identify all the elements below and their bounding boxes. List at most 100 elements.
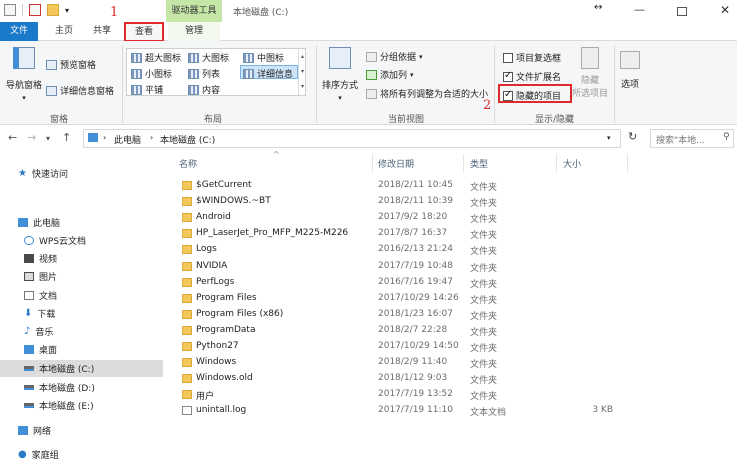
nav-network[interactable]: 网络 [18, 423, 51, 437]
column-divider[interactable] [627, 154, 628, 172]
nav-label: 快速访问 [31, 169, 68, 180]
file-row[interactable]: Python27 2017/10/29 14:50 文件夹 [178, 339, 648, 355]
layout-list[interactable]: 列表 [188, 67, 220, 80]
file-row[interactable]: Program Files (x86) 2018/1/23 16:07 文件夹 [178, 307, 648, 323]
drive-icon [24, 366, 34, 371]
forward-arrow-icon[interactable]: → [27, 131, 36, 144]
tab-manage[interactable]: 管理 [168, 22, 220, 41]
file-type: 文件夹 [470, 183, 498, 193]
nav-videos[interactable]: 视频 [24, 251, 57, 265]
nav-downloads[interactable]: ⬇ 下载 [24, 306, 55, 320]
nav-music[interactable]: ♪ 音乐 [24, 324, 53, 338]
file-row[interactable]: Windows 2018/2/9 11:40 文件夹 [178, 355, 648, 371]
tab-file[interactable]: 文件 [0, 22, 38, 41]
nav-quick-access[interactable]: ★ 快速访问 [18, 166, 68, 180]
add-columns-button[interactable]: 添加列 ▾ [366, 68, 414, 81]
hide-selected-button[interactable]: 隐藏 所选项目 [572, 47, 608, 99]
network-icon [18, 425, 28, 435]
file-extensions-toggle[interactable]: 文件扩展名 [503, 70, 561, 83]
item-checkboxes-toggle[interactable]: 项目复选框 [503, 51, 561, 64]
file-row[interactable]: HP_LaserJet_Pro_MFP_M225-M226 2017/8/7 16… [178, 226, 648, 242]
file-row[interactable]: $GetCurrent 2018/2/11 10:45 文件夹 [178, 178, 648, 194]
item-checkboxes-checkbox[interactable] [503, 52, 513, 63]
nav-this-pc[interactable]: 此电脑 [18, 215, 60, 229]
properties-icon[interactable] [4, 4, 16, 16]
refresh-icon[interactable]: ↻ [628, 130, 637, 143]
column-divider[interactable] [463, 154, 464, 172]
file-row[interactable]: Android 2017/9/2 18:20 文件夹 [178, 210, 648, 226]
file-size: 3 KB [592, 405, 613, 416]
file-row[interactable]: Program Files 2017/10/29 14:26 文件夹 [178, 291, 648, 307]
maximize-button[interactable] [677, 7, 687, 16]
layout-gallery-scrollbar[interactable]: ▴ ▾ ▾ [298, 49, 306, 95]
file-type: 文件夹 [470, 392, 498, 403]
file-name: Windows.old [196, 373, 253, 384]
file-type: 文件夹 [470, 263, 498, 274]
file-row[interactable]: NVIDIA 2017/7/19 10:48 文件夹 [178, 259, 648, 275]
preview-pane-button[interactable]: 预览窗格 [46, 58, 96, 71]
navigation-pane-button[interactable]: 导航窗格 ▾ [6, 47, 42, 102]
file-row[interactable]: Windows.old 2018/1/12 9:03 文件夹 [178, 371, 648, 387]
chevron-down-icon[interactable]: ▾ [65, 6, 69, 15]
file-row[interactable]: Logs 2016/2/13 21:24 文件夹 [178, 242, 648, 258]
checkmark-icon[interactable] [29, 4, 41, 16]
layout-medium-icons[interactable]: 中图标 [243, 51, 284, 64]
file-row[interactable]: $WINDOWS.~BT 2018/2/11 10:39 文件夹 [178, 194, 648, 210]
column-header-size[interactable]: 大小 [563, 157, 581, 170]
file-extensions-checkbox[interactable] [503, 70, 513, 82]
minimize-button[interactable]: — [634, 3, 645, 16]
content-icon [188, 84, 199, 95]
current-view-group-label: 当前视图 [388, 115, 425, 125]
layout-details[interactable]: 详细信息 [243, 67, 293, 80]
file-row[interactable]: PerfLogs 2016/7/16 19:47 文件夹 [178, 275, 648, 291]
sort-by-button[interactable]: 排序方式 ▾ [322, 47, 358, 102]
search-input[interactable]: 搜索"本地... ⚲ [650, 129, 734, 148]
nav-documents[interactable]: 文档 [24, 288, 57, 302]
new-folder-icon[interactable] [47, 4, 59, 16]
recent-chevron-icon[interactable]: ▾ [46, 134, 50, 143]
tab-home[interactable]: 主页 [46, 22, 82, 41]
nav-local-disk-d[interactable]: 本地磁盘 (D:) [24, 380, 95, 394]
layout-content[interactable]: 内容 [188, 83, 220, 96]
nav-desktop[interactable]: 桌面 [24, 342, 57, 356]
file-row[interactable]: 用户 2017/7/19 13:52 文件夹 [178, 387, 648, 403]
file-date: 2018/1/23 16:07 [378, 308, 453, 319]
column-divider[interactable] [372, 154, 373, 172]
address-box[interactable]: › 此电脑 › 本地磁盘 (C:) ▾ [83, 129, 621, 148]
address-dropdown-icon[interactable]: ▾ [607, 134, 611, 142]
layout-small-icons[interactable]: 小图标 [131, 67, 172, 80]
breadcrumb-local-disk-c[interactable]: 本地磁盘 (C:) [160, 133, 215, 146]
close-button[interactable]: ✕ [720, 3, 730, 17]
column-header-name[interactable]: 名称 [179, 157, 197, 170]
options-button[interactable]: 选项 [620, 51, 640, 90]
details-label: 详细信息 [257, 70, 294, 80]
tab-share[interactable]: 共享 [84, 22, 120, 41]
layout-tiles[interactable]: 平铺 [131, 83, 163, 96]
column-header-type[interactable]: 类型 [470, 157, 488, 170]
back-arrow-icon[interactable]: ← [8, 131, 17, 144]
file-date: 2016/2/13 21:24 [378, 244, 453, 255]
fit-columns-button[interactable]: 将所有列调整为合适的大小 [366, 87, 488, 100]
layout-xl-icons[interactable]: 超大图标 [131, 51, 181, 64]
nav-homegroup[interactable]: ● 家庭组 [18, 447, 59, 461]
nav-wps-cloud[interactable]: WPS云文档 [24, 233, 86, 247]
ribbon: 导航窗格 ▾ 预览窗格 详细信息窗格 窗格 超大图标 大图标 中图标 小图标 列… [0, 41, 737, 125]
column-divider[interactable] [556, 154, 557, 172]
column-header-modified[interactable]: 修改日期 [378, 157, 414, 170]
nav-local-disk-c[interactable]: 本地磁盘 (C:) [0, 360, 163, 377]
group-by-button[interactable]: 分组依据 ▾ [366, 50, 423, 63]
nav-pictures[interactable]: 图片 [24, 269, 57, 283]
layout-large-icons[interactable]: 大图标 [188, 51, 229, 64]
navigation-pane: ★ 快速访问 此电脑 WPS云文档 视频 图片 文档 ⬇ 下载 ♪ 音乐 桌面 本地磁… [0, 152, 163, 465]
add-columns-label: 添加列 [380, 71, 408, 81]
file-row[interactable]: ProgramData 2018/2/7 22:28 文件夹 [178, 323, 648, 339]
file-list: ^ 名称 修改日期 类型 大小 $GetCurrent 2018/2/11 10:… [163, 150, 737, 465]
file-row[interactable]: unintall.log 2017/7/19 11:10 文本文档 3 KB [178, 403, 648, 419]
breadcrumb-this-pc[interactable]: 此电脑 [114, 133, 141, 146]
breadcrumb-separator: › [103, 133, 107, 142]
folder-icon [182, 245, 192, 255]
file-date: 2017/7/19 11:10 [378, 405, 453, 416]
up-arrow-icon[interactable]: ↑ [62, 131, 71, 144]
nav-local-disk-e[interactable]: 本地磁盘 (E:) [24, 398, 94, 412]
details-pane-button[interactable]: 详细信息窗格 [46, 84, 114, 97]
